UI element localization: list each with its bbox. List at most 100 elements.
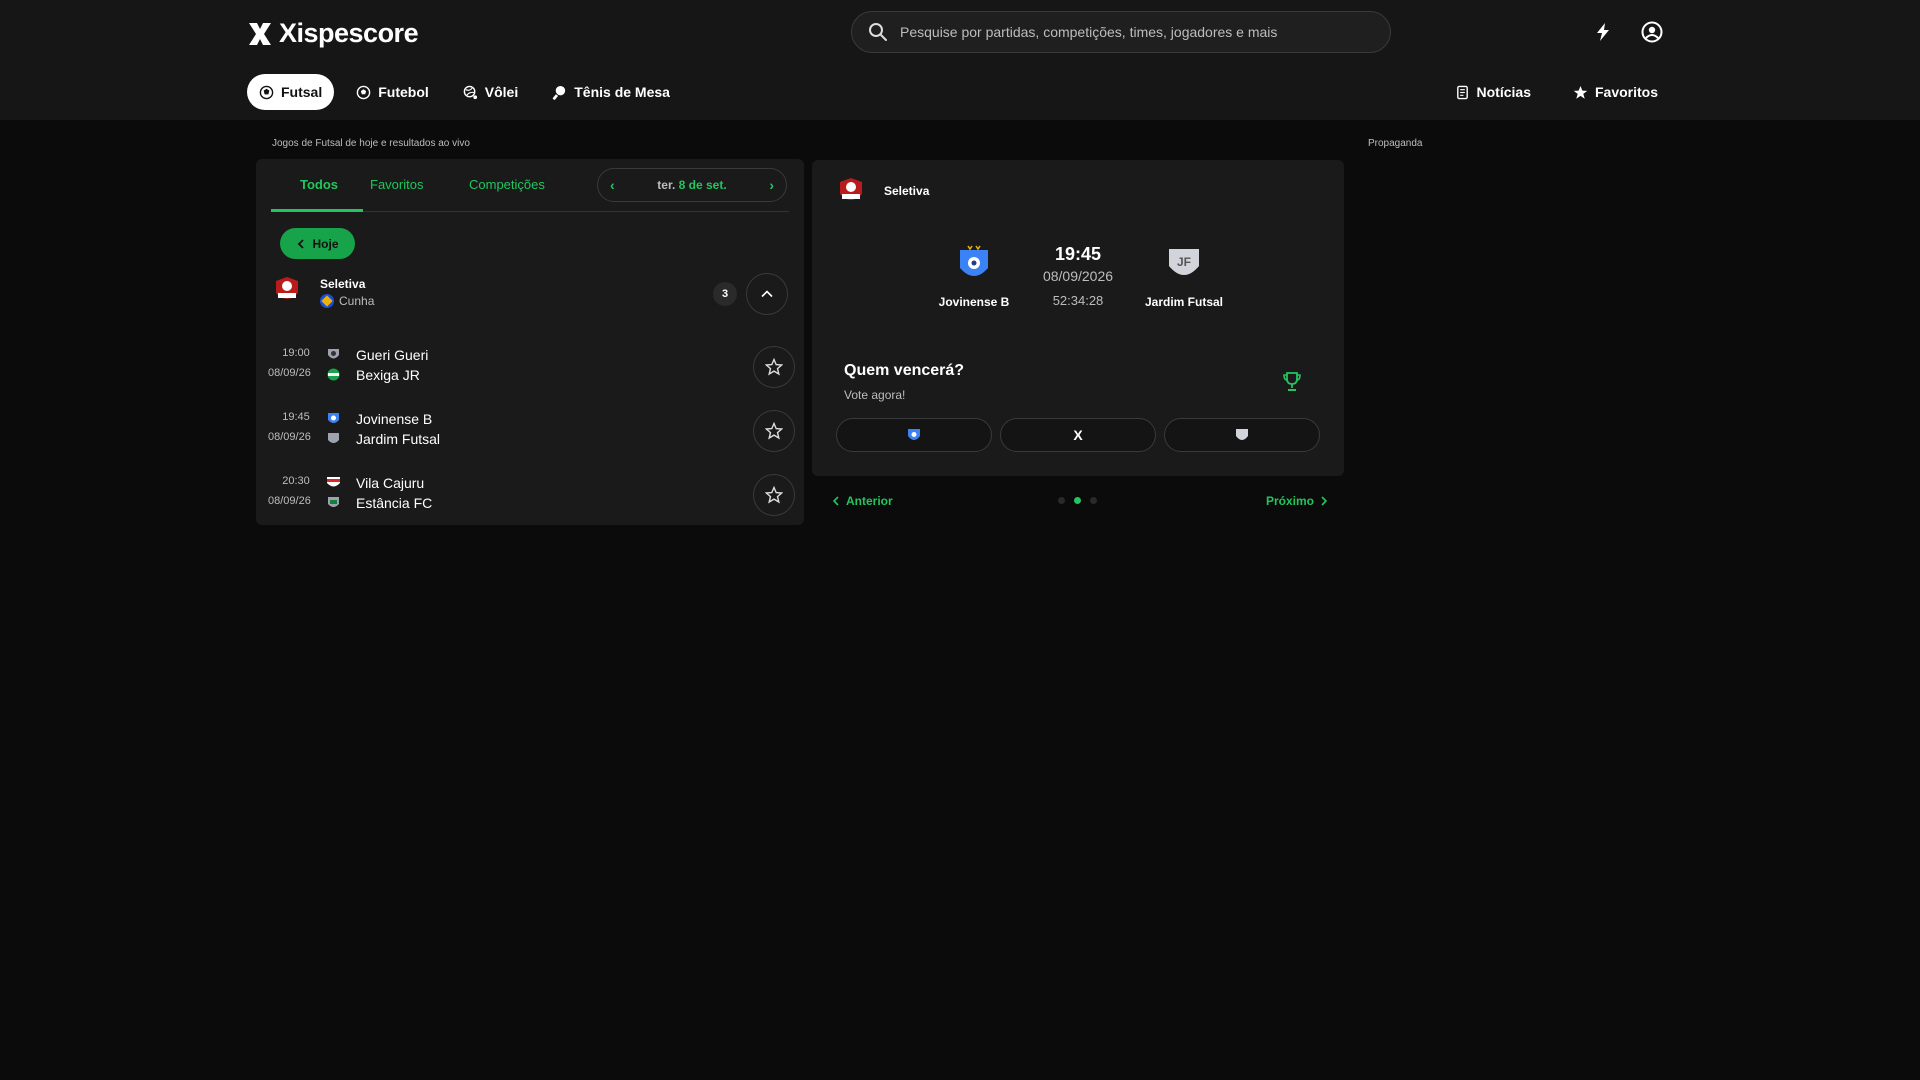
logo[interactable]: Xispescore xyxy=(247,18,419,49)
futsal-icon xyxy=(259,85,274,99)
soccer-ball-icon xyxy=(356,85,371,99)
team-crest-icon xyxy=(327,368,340,381)
jardim-futsal-crest-icon xyxy=(1236,429,1248,440)
team-crest-icon xyxy=(328,497,339,507)
match-time: 19:45 xyxy=(282,411,310,423)
nav-tenis-de-mesa[interactable]: Tênis de Mesa xyxy=(540,74,682,110)
brand-name: Xispescore xyxy=(279,18,419,48)
nav-favoritos[interactable]: Favoritos xyxy=(1561,74,1670,110)
home-team: Gueri Gueri xyxy=(356,347,429,363)
chevron-left-icon xyxy=(832,496,839,506)
match-row[interactable]: 19:45 08/09/26 Jovinense B Jardim Futsal xyxy=(256,407,804,459)
tab-favoritos[interactable]: Favoritos xyxy=(370,177,423,192)
user-icon[interactable] xyxy=(1640,20,1664,44)
vote-title: Quem vencerá? xyxy=(844,362,965,379)
futsal-league-logo-icon xyxy=(840,178,862,200)
jardim-futsal-crest-icon: JF xyxy=(1169,249,1199,275)
pager-dot-active[interactable] xyxy=(1074,497,1081,504)
top-bar: Xispescore Futsal Futebol Vôlei xyxy=(0,0,1920,120)
next-button[interactable]: Próximo xyxy=(1266,494,1328,508)
date-prev-button[interactable]: ‹ xyxy=(610,177,615,193)
vote-subtitle: Vote agora! xyxy=(844,388,906,402)
table-tennis-icon xyxy=(553,85,566,100)
collapse-league-button[interactable] xyxy=(746,273,788,315)
news-icon xyxy=(1456,85,1468,99)
away-crest-initials: JF xyxy=(1177,255,1191,269)
jovinense-crest-icon xyxy=(908,429,920,440)
previous-label: Anterior xyxy=(846,494,893,508)
logo-icon xyxy=(249,22,271,45)
vote-draw-button[interactable]: X xyxy=(1000,418,1156,452)
previous-button[interactable]: Anterior xyxy=(832,494,893,508)
nav-futsal[interactable]: Futsal xyxy=(247,74,335,110)
card-pager: Anterior Próximo xyxy=(828,492,1328,512)
featured-away-name: Jardim Futsal xyxy=(1144,295,1224,309)
ad-label: Propaganda xyxy=(1368,138,1423,149)
featured-away-team[interactable]: JF Jardim Futsal xyxy=(1104,244,1264,309)
pager-dot[interactable] xyxy=(1090,497,1097,504)
star-outline-icon xyxy=(765,358,783,376)
active-tab-indicator xyxy=(271,209,363,212)
nav-futsal-label: Futsal xyxy=(281,84,323,100)
featured-league-name: Seletiva xyxy=(884,184,930,198)
volleyball-icon xyxy=(463,85,477,99)
match-time: 19:00 xyxy=(282,347,310,359)
team-crest-icon xyxy=(327,477,340,487)
brazil-flag-icon xyxy=(320,294,334,308)
nav-favoritos-label: Favoritos xyxy=(1594,84,1658,100)
home-team: Vila Cajuru xyxy=(356,475,425,491)
vote-home-button[interactable] xyxy=(836,418,992,452)
pager-dot[interactable] xyxy=(1058,497,1065,504)
tab-todos[interactable]: Todos xyxy=(300,177,338,192)
favorite-button[interactable] xyxy=(753,410,795,452)
team-crest-icon xyxy=(328,413,339,423)
nav-futebol[interactable]: Futebol xyxy=(344,74,441,110)
date-next-button[interactable]: › xyxy=(769,177,774,193)
search-icon xyxy=(869,23,887,41)
favorite-button[interactable] xyxy=(753,474,795,516)
futsal-league-logo-icon xyxy=(276,277,298,299)
featured-match-card[interactable]: Seletiva Jovinense B 19:45 08/09/2026 52… xyxy=(812,160,1344,476)
match-row[interactable]: 20:30 08/09/26 Vila Cajuru Estância FC xyxy=(256,471,804,523)
featured-countdown: 52:34:28 xyxy=(1052,293,1104,308)
favorite-button[interactable] xyxy=(753,346,795,388)
list-tabs: Todos Favoritos Competições ‹ ter. 8 de … xyxy=(271,159,789,212)
league-header: Seletiva Cunha 3 xyxy=(256,269,804,319)
team-crest-icon xyxy=(328,349,339,359)
nav-futebol-label: Futebol xyxy=(378,84,429,100)
chevron-right-icon xyxy=(1321,496,1328,506)
match-row[interactable]: 19:00 08/09/26 Gueri Gueri Bexiga JR xyxy=(256,343,804,395)
match-date: 08/09/26 xyxy=(268,431,311,443)
search-input[interactable] xyxy=(900,24,1360,40)
team-crest-icon xyxy=(328,433,339,443)
nav-volei-label: Vôlei xyxy=(484,84,519,100)
date-weekday: ter. xyxy=(657,178,676,192)
tab-competicoes[interactable]: Competições xyxy=(469,177,545,192)
date-selector: ‹ ter. 8 de set. › xyxy=(597,168,787,202)
nav-noticias-label: Notícias xyxy=(1476,84,1531,100)
away-team: Jardim Futsal xyxy=(356,431,441,447)
match-list-panel: Todos Favoritos Competições ‹ ter. 8 de … xyxy=(256,159,804,525)
league-name: Seletiva xyxy=(320,277,366,291)
nav-tenis-label: Tênis de Mesa xyxy=(574,84,670,100)
league-country-name: Cunha xyxy=(339,294,375,308)
page-subtitle: Jogos de Futsal de hoje e resultados ao … xyxy=(272,138,470,149)
chevron-up-icon xyxy=(761,290,773,298)
today-button[interactable]: Hoje xyxy=(280,228,355,259)
vote-away-button[interactable] xyxy=(1164,418,1320,452)
home-team: Jovinense B xyxy=(356,411,433,427)
nav-noticias[interactable]: Notícias xyxy=(1443,74,1543,110)
chevron-left-icon xyxy=(298,238,305,249)
date-label[interactable]: ter. 8 de set. xyxy=(657,178,726,192)
match-time: 20:30 xyxy=(282,475,310,487)
live-icon[interactable] xyxy=(1591,20,1615,44)
star-icon xyxy=(1573,85,1588,99)
away-team: Estância FC xyxy=(356,495,433,511)
next-label: Próximo xyxy=(1265,494,1314,508)
search-box[interactable] xyxy=(851,11,1391,53)
away-team: Bexiga JR xyxy=(356,367,420,383)
nav-volei[interactable]: Vôlei xyxy=(451,74,530,110)
star-outline-icon xyxy=(765,422,783,440)
today-button-label: Hoje xyxy=(312,236,339,251)
match-date: 08/09/26 xyxy=(268,495,311,507)
